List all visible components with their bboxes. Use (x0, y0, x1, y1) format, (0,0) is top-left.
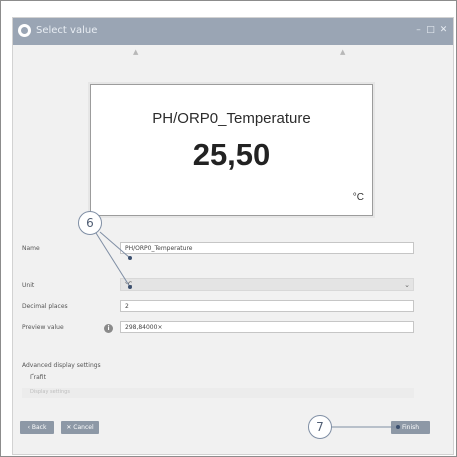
cancel-button[interactable]: ✕ Cancel (61, 421, 99, 434)
display-name: PH/ORP0_Temperature (152, 110, 311, 127)
back-button[interactable]: ‹ Back (20, 421, 54, 434)
value-display-panel: PH/ORP0_Temperature 25,50 °C (90, 84, 373, 216)
close-icon[interactable]: ✕ (439, 26, 448, 35)
unit-select[interactable]: °C ⌄ (120, 278, 414, 291)
advanced-checkbox-label[interactable]: Ґrafit (30, 374, 46, 381)
callout-7: 7 (308, 415, 332, 439)
dimmed-row-label: Display settings (30, 389, 70, 395)
finish-button[interactable]: Finish (391, 421, 430, 434)
minimize-icon[interactable]: – (414, 26, 423, 35)
name-label: Name (22, 245, 40, 252)
decorative-mark-right: ▲ (340, 48, 346, 56)
display-value: 25,50 (192, 137, 271, 172)
info-icon[interactable]: i (104, 324, 113, 333)
unit-label: Unit (22, 282, 35, 289)
preview-value-label: Preview value (22, 324, 64, 331)
decimal-places-label: Decimal places (22, 303, 68, 310)
unit-select-value: °C (125, 281, 133, 288)
advanced-settings-heading: Advanced display settings (22, 362, 101, 369)
window-title: Select value (36, 25, 98, 36)
app-icon (18, 24, 31, 37)
decorative-mark-left: ▲ (133, 48, 139, 56)
callout-6: 6 (78, 211, 102, 235)
maximize-icon[interactable]: □ (426, 26, 435, 35)
title-bar: Select value – □ ✕ (13, 18, 453, 45)
chevron-down-icon[interactable]: ⌄ (404, 279, 410, 291)
display-unit: °C (352, 192, 364, 203)
decimal-places-field[interactable]: 2 (120, 300, 414, 312)
dimmed-settings-row: Display settings (22, 388, 414, 398)
preview-value-field[interactable]: 298,84000× (120, 321, 414, 333)
name-field[interactable]: PH/ORP0_Temperature (120, 242, 414, 254)
